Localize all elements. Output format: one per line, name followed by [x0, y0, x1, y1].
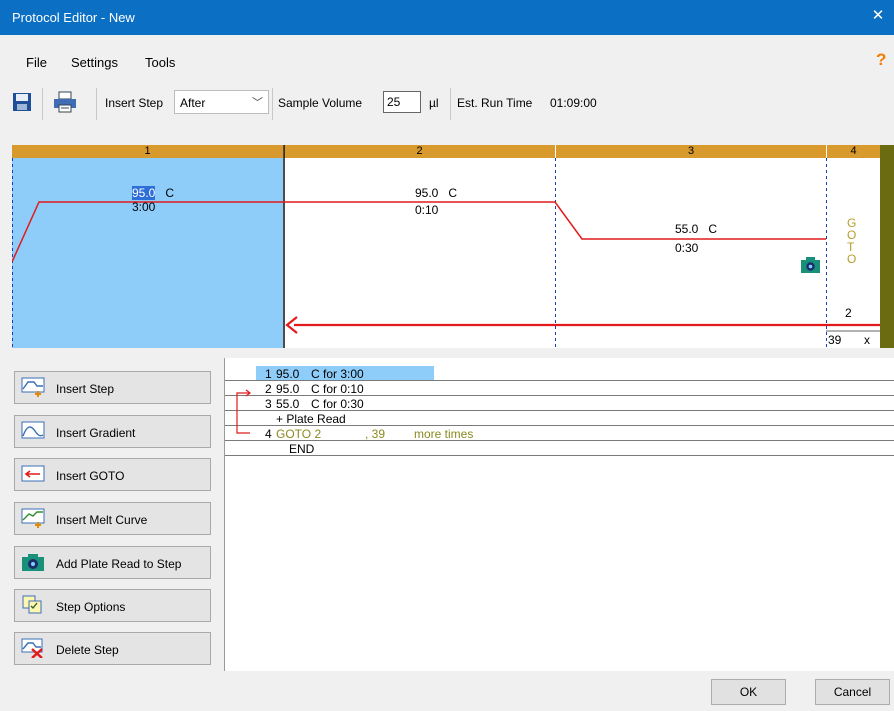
- menu-tools[interactable]: Tools: [145, 55, 175, 70]
- delete-step-button-label: Delete Step: [56, 643, 119, 657]
- toolbar-separator: [272, 88, 273, 120]
- insert-gradient-icon: [21, 421, 45, 439]
- insert-step-dropdown[interactable]: After ﹀: [174, 90, 269, 114]
- toolbar-separator: [96, 88, 97, 120]
- sample-volume-label: Sample Volume: [278, 96, 363, 110]
- protocol-profile: [12, 145, 880, 348]
- step-3-time[interactable]: 0:30: [675, 241, 698, 255]
- step-options-icon: [22, 595, 42, 614]
- close-icon: ✕: [871, 7, 885, 24]
- menu-settings[interactable]: Settings: [71, 55, 118, 70]
- step-3-temp[interactable]: 55.0 C: [675, 222, 717, 236]
- insert-gradient-button[interactable]: Insert Gradient: [14, 415, 211, 448]
- list-item[interactable]: 1 95.0 C for 3:00: [225, 366, 894, 381]
- chevron-down-icon: ﹀: [252, 97, 263, 109]
- add-plate-read-button[interactable]: Add Plate Read to Step: [14, 546, 211, 579]
- insert-gradient-button-label: Insert Gradient: [56, 426, 136, 440]
- list-item[interactable]: END: [225, 441, 894, 456]
- delete-step-button[interactable]: Delete Step: [14, 632, 211, 665]
- ok-button[interactable]: OK: [711, 679, 786, 705]
- insert-step-button[interactable]: Insert Step: [14, 371, 211, 404]
- goto-target[interactable]: 2: [845, 306, 852, 320]
- insert-step-label: Insert Step: [105, 96, 164, 110]
- insert-melt-curve-button[interactable]: Insert Melt Curve: [14, 502, 211, 535]
- print-icon[interactable]: [53, 91, 77, 113]
- sample-volume-input[interactable]: [383, 91, 421, 113]
- step-2-temp[interactable]: 95.0 C: [415, 186, 457, 200]
- step-1-temp[interactable]: 95.0 C: [132, 186, 174, 200]
- delete-step-icon: [21, 638, 43, 658]
- insert-melt-curve-icon: [21, 508, 45, 528]
- help-icon[interactable]: ?: [876, 50, 886, 70]
- goto-count-x: x: [864, 333, 870, 347]
- insert-melt-curve-button-label: Insert Melt Curve: [56, 513, 148, 527]
- list-item[interactable]: + Plate Read: [225, 411, 894, 426]
- add-plate-read-button-label: Add Plate Read to Step: [56, 557, 182, 571]
- insert-goto-button-label: Insert GOTO: [56, 469, 125, 483]
- save-icon[interactable]: [12, 92, 32, 112]
- insert-goto-icon: [21, 465, 45, 482]
- list-item[interactable]: 3 55.0 C for 0:30: [225, 396, 894, 411]
- menu-file[interactable]: File: [26, 55, 47, 70]
- insert-step-button-label: Insert Step: [56, 382, 115, 396]
- insert-step-value: After: [180, 96, 206, 110]
- close-button[interactable]: ✕: [868, 6, 888, 26]
- step-options-button[interactable]: Step Options: [14, 589, 211, 622]
- goto-count[interactable]: 39: [828, 333, 841, 347]
- step-list[interactable]: 1 95.0 C for 3:00 2 95.0 C for 0:10 3 55…: [224, 358, 894, 671]
- step-1-time[interactable]: 3:00: [132, 200, 155, 214]
- list-item[interactable]: 2 95.0 C for 0:10: [225, 381, 894, 396]
- insert-step-icon: [21, 377, 45, 397]
- est-run-time-value: 01:09:00: [550, 96, 597, 110]
- cancel-button[interactable]: Cancel: [815, 679, 890, 705]
- toolbar-separator: [450, 88, 451, 120]
- insert-goto-button[interactable]: Insert GOTO: [14, 458, 211, 491]
- goto-label: G O T O: [847, 216, 857, 266]
- window-title: Protocol Editor - New: [12, 10, 135, 25]
- sample-volume-unit: µl: [429, 96, 439, 110]
- toolbar-separator: [42, 88, 43, 120]
- est-run-time-label: Est. Run Time: [457, 96, 533, 110]
- step-2-time[interactable]: 0:10: [415, 203, 438, 217]
- camera-icon: [22, 554, 44, 571]
- goto-loop-arrow-icon: [236, 389, 251, 434]
- list-item[interactable]: 4 GOTO 2 , 39 more times: [225, 426, 894, 441]
- step-options-button-label: Step Options: [56, 600, 126, 614]
- plate-read-camera-icon[interactable]: [801, 257, 820, 273]
- protocol-graph[interactable]: 1 2 3 4 E N D 95.0 C 3:00 95.0 C 0:10 55…: [12, 145, 894, 348]
